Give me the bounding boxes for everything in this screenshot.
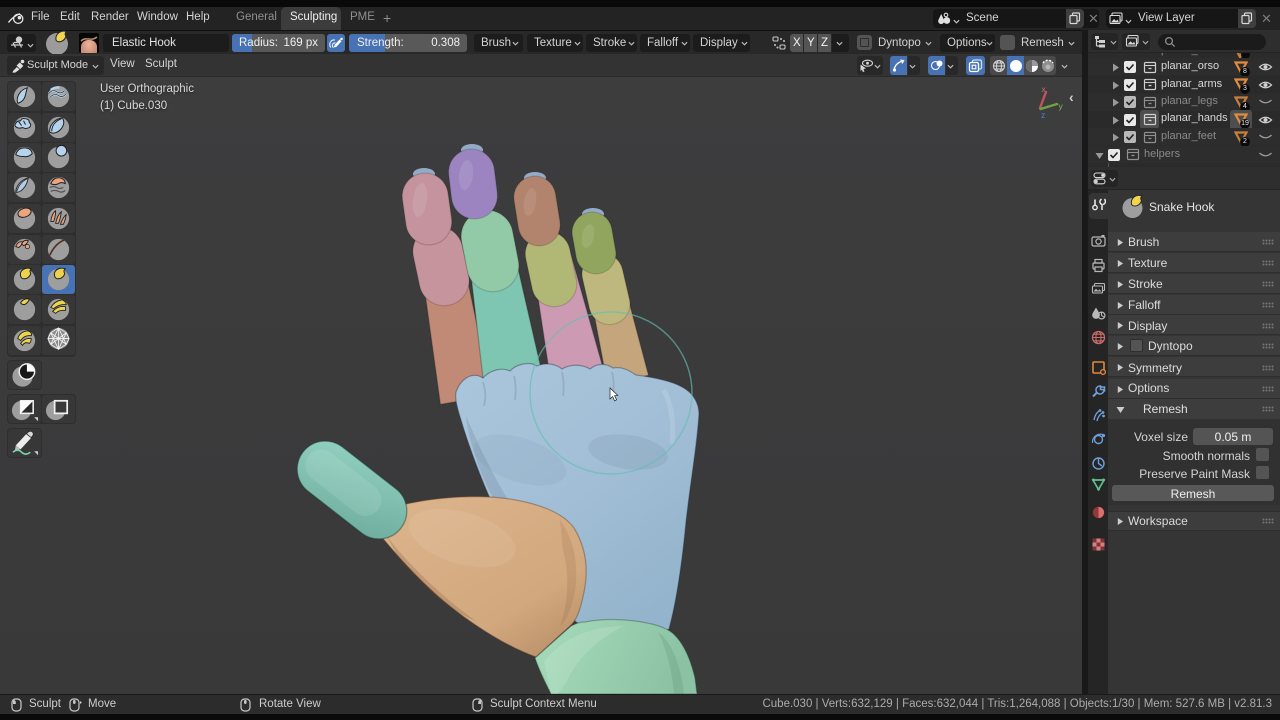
svg-text:y: y: [1059, 101, 1064, 111]
svg-text:z: z: [1041, 110, 1045, 119]
